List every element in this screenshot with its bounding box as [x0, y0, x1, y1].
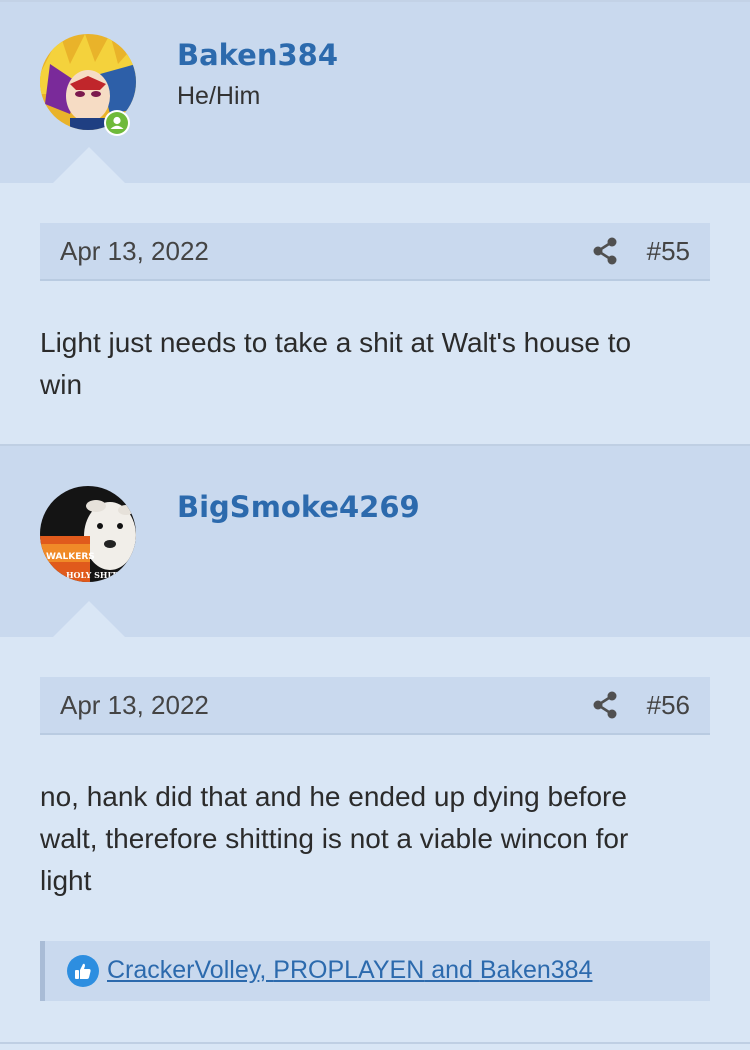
- share-icon[interactable]: [592, 237, 618, 265]
- post-body: no, hank did that and he ended up dying …: [40, 776, 700, 902]
- username[interactable]: BigSmoke4269: [177, 490, 420, 524]
- reaction-user-link[interactable]: Baken384: [480, 956, 593, 984]
- user-title: He/Him: [177, 82, 261, 110]
- post-date[interactable]: Apr 13, 2022: [60, 236, 209, 267]
- online-user-icon: [106, 112, 128, 134]
- share-icon[interactable]: [592, 691, 618, 719]
- reactions-bar: CrackerVolley, PROPLAYEN and Baken384: [40, 941, 710, 1001]
- post-meta-bar: Apr 13, 2022 #56: [40, 677, 710, 735]
- post-number[interactable]: #56: [647, 690, 690, 721]
- post-body-line: no, hank did that and he ended up dying …: [40, 781, 627, 812]
- avatar-caption: WALKERS: [46, 552, 95, 562]
- post-body: Light just needs to take a shit at Walt'…: [40, 322, 700, 406]
- post-body-line: light: [40, 865, 92, 896]
- post-meta-bar: Apr 13, 2022 #55: [40, 223, 710, 281]
- post-1-user-block: Baken384 He/Him: [0, 2, 750, 183]
- reaction-user-link[interactable]: CrackerVolley: [107, 956, 259, 984]
- avatar-caption: HOLY SHIT: [66, 570, 117, 580]
- post-number[interactable]: #55: [647, 236, 690, 267]
- speech-arrow: [53, 601, 125, 637]
- speech-arrow: [53, 147, 125, 183]
- reaction-user-link[interactable]: PROPLAYEN: [273, 956, 424, 984]
- online-indicator: [104, 110, 130, 136]
- reaction-separator: ,: [259, 956, 274, 984]
- post-divider: [0, 1042, 750, 1044]
- dog-walkers-avatar-image: WALKERS HOLY SHIT: [40, 486, 136, 582]
- reaction-separator: and: [424, 956, 480, 984]
- post-body-line: walt, therefore shitting is not a viable…: [40, 823, 629, 854]
- post-date[interactable]: Apr 13, 2022: [60, 690, 209, 721]
- post-2-user-block: WALKERS HOLY SHIT BigSmoke4269: [0, 446, 750, 637]
- thumbs-up-glyph: [75, 963, 91, 979]
- post-body-line: Light just needs to take a shit at Walt'…: [40, 327, 632, 358]
- reaction-users: CrackerVolley, PROPLAYEN and Baken384: [107, 956, 592, 985]
- username[interactable]: Baken384: [177, 38, 338, 72]
- avatar[interactable]: WALKERS HOLY SHIT: [40, 486, 136, 582]
- post-body-line: win: [40, 369, 83, 400]
- thumbs-up-icon: [67, 955, 99, 987]
